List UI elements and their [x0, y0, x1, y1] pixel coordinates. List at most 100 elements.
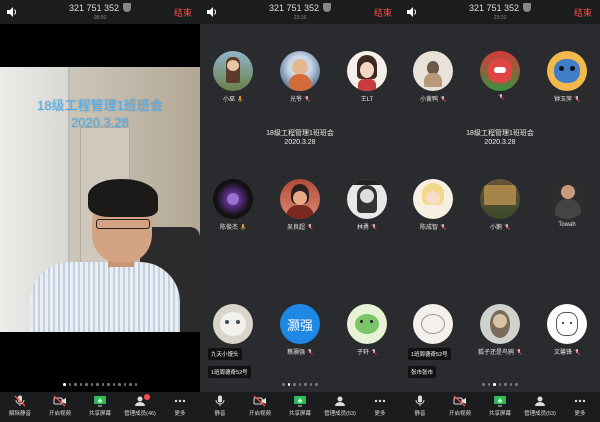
participant-tile[interactable]: 小巫 — [208, 51, 258, 103]
page-dots[interactable] — [400, 383, 600, 387]
participant-tile[interactable]: 光爷 — [275, 51, 325, 103]
participant-tile[interactable]: 小黄鸭 — [408, 51, 458, 103]
share-screen-icon — [294, 396, 306, 407]
participant-tile[interactable]: 文馨锋 — [542, 304, 592, 356]
mic-off-icon — [516, 349, 522, 355]
participant-tile[interactable]: 王LT — [342, 51, 392, 103]
avatar — [547, 304, 587, 344]
participant-tile[interactable]: 灏强 蔡灏强 — [275, 304, 325, 356]
page-dots[interactable] — [200, 383, 400, 387]
video-panel: 321 751 352 08:50 结束 18级工程管理1班班会 2020.3.… — [0, 0, 200, 422]
more-button[interactable]: 更多 — [560, 395, 600, 417]
avatar — [347, 304, 387, 344]
manage-members-button[interactable]: 管理成员(53) — [520, 395, 560, 417]
share-screen-button[interactable]: 共享屏幕 — [280, 395, 320, 417]
page-dots[interactable] — [0, 383, 200, 387]
shield-icon — [523, 3, 532, 12]
mute-button[interactable]: 静音 — [200, 395, 240, 417]
speaker-video[interactable]: 18级工程管理1班班会 2020.3.28 — [0, 67, 200, 332]
participant-tile[interactable]: 吴良超 — [275, 179, 325, 231]
participant-tile[interactable]: 子轩 — [342, 304, 392, 356]
end-meeting-button[interactable]: 结束 — [174, 6, 192, 19]
mic-off-icon — [440, 96, 446, 102]
avatar — [213, 51, 253, 91]
participant-tile[interactable]: 钟玉萍 — [542, 51, 592, 103]
participant-tile[interactable]: Towah — [542, 179, 592, 228]
avatar — [280, 51, 320, 91]
avatar — [480, 304, 520, 344]
participant-name: 吴良超 — [275, 222, 325, 231]
avatar — [347, 179, 387, 219]
mic-icon — [237, 96, 243, 102]
more-icon — [174, 399, 186, 403]
video-overlay-title: 18级工程管理1班班会 2020.3.28 — [37, 98, 163, 130]
mic-off-icon — [371, 224, 377, 230]
mic-off-icon — [574, 349, 580, 355]
participant-tile[interactable]: 林勇 — [342, 179, 392, 231]
members-icon — [535, 396, 545, 406]
top-bar: 321 751 352 08:50 结束 — [0, 0, 200, 24]
participant-tile[interactable] — [475, 51, 525, 101]
share-screen-icon — [494, 396, 506, 407]
manage-members-button[interactable]: 管理成员(53) — [320, 395, 360, 417]
meeting-time: 23:20 — [493, 15, 507, 21]
avatar — [280, 179, 320, 219]
mute-button[interactable]: 静音 — [400, 395, 440, 417]
participant-tile[interactable]: 陈俊杰 — [208, 179, 258, 231]
participant-name: 陈俊杰 — [208, 222, 258, 231]
share-screen-button[interactable]: 共享屏幕 — [480, 395, 520, 417]
participant-name — [475, 94, 525, 101]
participants-panel-1: 321 751 352 23:16 结束 18级工程管理1班班会 2020.3.… — [200, 0, 400, 422]
shield-icon — [323, 3, 332, 12]
meeting-title: 18级工程管理1班班会 2020.3.28 — [466, 130, 534, 146]
start-video-button[interactable]: 开启视频 — [440, 395, 480, 417]
avatar — [347, 51, 387, 91]
participant-tile[interactable] — [408, 304, 458, 344]
more-icon — [374, 399, 386, 403]
participant-name: 小黄鸭 — [408, 94, 458, 103]
avatar — [413, 304, 453, 344]
share-screen-button[interactable]: 共享屏幕 — [80, 395, 120, 417]
meeting-title: 18级工程管理1班班会 2020.3.28 — [266, 130, 334, 146]
start-video-button[interactable]: 开启视频 — [240, 395, 280, 417]
more-icon — [574, 399, 586, 403]
meeting-id[interactable]: 321 751 352 — [400, 3, 600, 13]
start-video-button[interactable]: 开启视频 — [40, 395, 80, 417]
participant-name: Towah — [558, 222, 576, 228]
top-bar: 321 751 352 23:16 结束 — [200, 0, 400, 24]
avatar — [213, 179, 253, 219]
reaction-tag: 张市张市 — [408, 366, 437, 378]
meeting-id[interactable]: 321 751 352 — [200, 3, 400, 13]
meeting-id[interactable]: 321 751 352 — [0, 3, 200, 13]
mic-off-icon — [504, 224, 510, 230]
more-button[interactable]: 更多 — [360, 395, 400, 417]
participant-name: 文馨锋 — [542, 347, 592, 356]
mic-off-icon — [304, 96, 310, 102]
participant-tile[interactable] — [208, 304, 258, 344]
reaction-tag: 1班周德奇52号 — [208, 366, 251, 378]
end-meeting-button[interactable]: 结束 — [374, 6, 392, 19]
participant-name: 小鹅 — [475, 222, 525, 231]
manage-members-button[interactable]: 管理成员(46) — [120, 394, 160, 417]
participant-name: 林勇 — [342, 222, 392, 231]
camera-off-icon — [453, 395, 466, 407]
participant-name: 光爷 — [275, 94, 325, 103]
participant-name: 陈成智 — [408, 222, 458, 231]
mic-off-icon — [371, 349, 377, 355]
camera-off-icon — [253, 395, 266, 407]
share-screen-icon — [94, 396, 106, 407]
participant-tile[interactable]: 小鹅 — [475, 179, 525, 231]
participant-name: 小巫 — [208, 94, 258, 103]
more-button[interactable]: 更多 — [160, 395, 200, 417]
participant-tile[interactable]: 狐子还是鸟鸦 — [475, 304, 525, 356]
participant-tile[interactable]: 陈成智 — [408, 179, 458, 231]
unmute-button[interactable]: 解除静音 — [0, 395, 40, 417]
avatar — [413, 51, 453, 91]
participant-name: 子轩 — [342, 347, 392, 356]
mic-icon — [415, 395, 425, 406]
end-meeting-button[interactable]: 结束 — [574, 6, 592, 19]
mic-off-icon — [498, 94, 504, 100]
shirt — [30, 262, 180, 332]
bottom-toolbar: 解除静音 开启视频 共享屏幕 管理成员(46) 更多 — [0, 392, 200, 422]
reaction-tag: 九天小馒头 — [208, 348, 242, 360]
